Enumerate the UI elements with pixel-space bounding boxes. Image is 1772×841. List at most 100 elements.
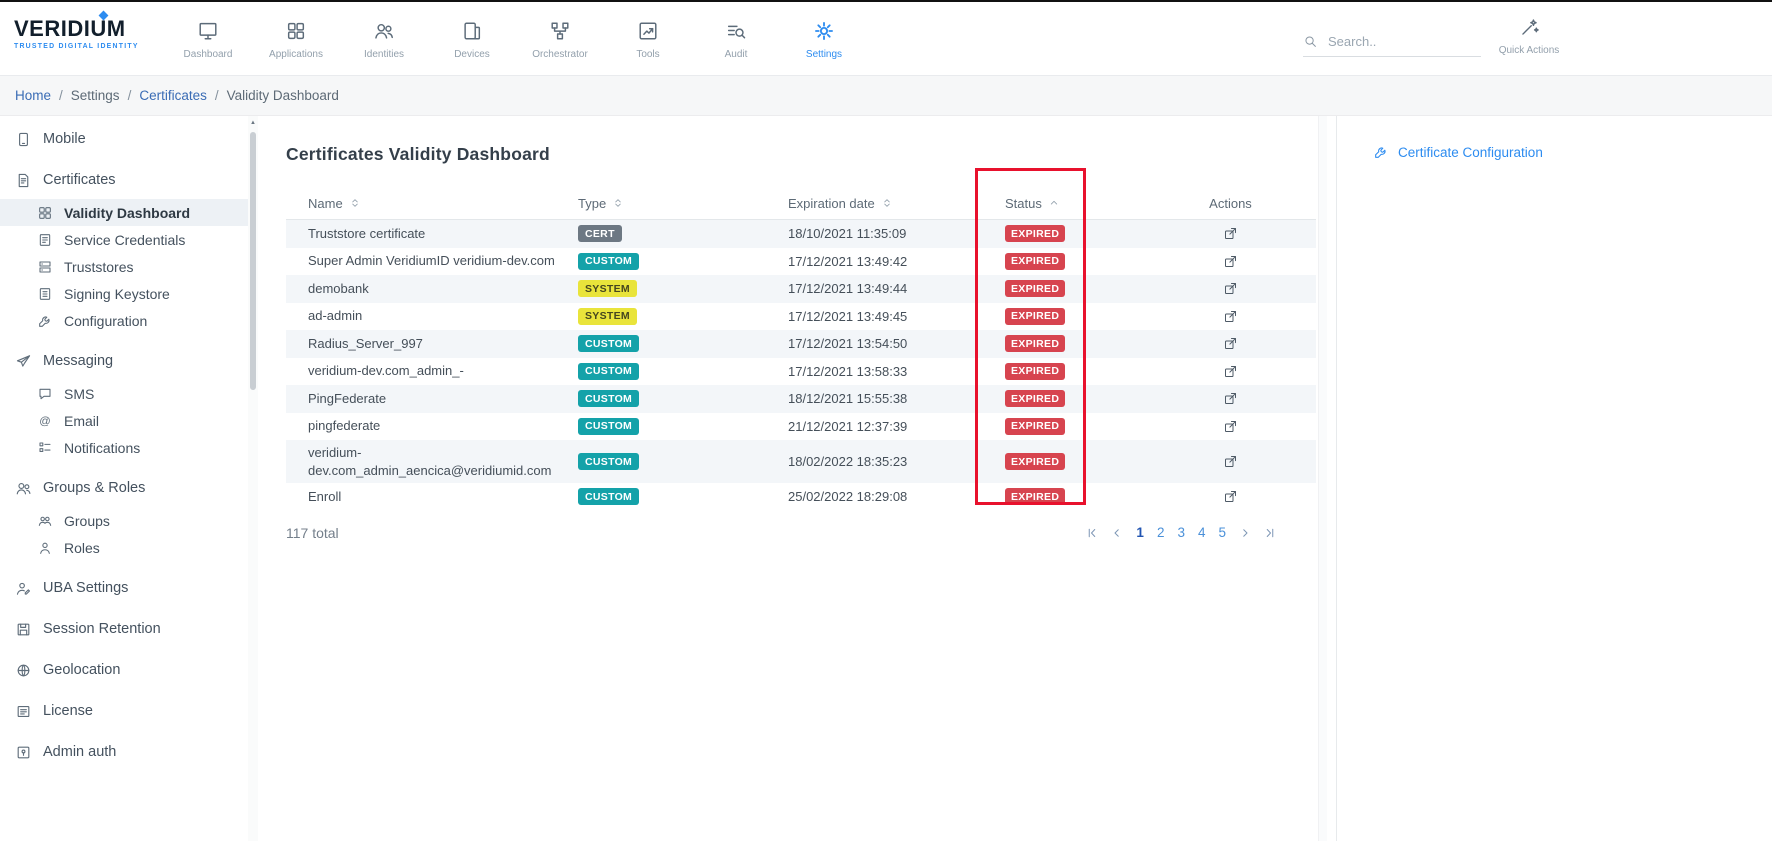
nav-item-orchestrator[interactable]: Orchestrator	[516, 4, 604, 76]
sidebar-item-license[interactable]: License	[0, 697, 248, 725]
sidebar-item-label: Messaging	[43, 353, 113, 369]
nav-item-settings[interactable]: Settings	[780, 4, 868, 76]
breadcrumb-certificates[interactable]: Certificates	[139, 88, 207, 103]
column-header-type[interactable]: Type	[578, 196, 788, 211]
sidebar-item-session-retention[interactable]: Session Retention	[0, 615, 248, 643]
search-input[interactable]	[1328, 34, 1468, 49]
row-actions	[1145, 309, 1316, 324]
sidebar-scrollbar[interactable]: ▲	[248, 116, 258, 841]
column-header-name[interactable]: Name	[286, 196, 578, 211]
page-button-5[interactable]: 5	[1218, 525, 1226, 540]
sidebar-item-sms[interactable]: SMS	[0, 380, 248, 407]
sidebar-item-label: Groups & Roles	[43, 480, 145, 496]
row-actions	[1145, 336, 1316, 351]
breadcrumb-home[interactable]: Home	[15, 88, 51, 103]
type-badge: CUSTOM	[578, 418, 639, 435]
nav-item-devices[interactable]: Devices	[428, 4, 516, 76]
sidebar-item-geolocation[interactable]: Geolocation	[0, 656, 248, 684]
sidebar-item-service-credentials[interactable]: Service Credentials	[0, 226, 248, 253]
open-certificate-icon[interactable]	[1223, 489, 1238, 504]
sidebar-item-label: Signing Keystore	[64, 286, 170, 302]
page-button-3[interactable]: 3	[1177, 525, 1185, 540]
sidebar-item-configuration[interactable]: Configuration	[0, 307, 248, 334]
auth-icon	[15, 744, 32, 761]
veridium-logo[interactable]: VERIDIUM TRUSTED DIGITAL IDENTITY	[14, 16, 139, 50]
open-certificate-icon[interactable]	[1223, 364, 1238, 379]
credentials-icon	[37, 232, 53, 248]
sidebar-item-label: Roles	[64, 540, 100, 556]
status-badge: EXPIRED	[1005, 363, 1065, 380]
sidebar-item-validity-dashboard[interactable]: Validity Dashboard	[0, 199, 248, 226]
page-button-4[interactable]: 4	[1198, 525, 1206, 540]
main-content: Certificates Validity Dashboard NameType…	[262, 116, 1318, 841]
sidebar-item-truststores[interactable]: Truststores	[0, 253, 248, 280]
wrench-icon	[37, 313, 53, 329]
sidebar-item-notifications[interactable]: Notifications	[0, 434, 248, 461]
sidebar-item-label: SMS	[64, 386, 94, 402]
nav-item-applications[interactable]: Applications	[252, 4, 340, 76]
certificate-status: EXPIRED	[1005, 335, 1145, 352]
quick-actions-label: Quick Actions	[1499, 45, 1560, 56]
sidebar-item-roles[interactable]: Roles	[0, 534, 248, 561]
sidebar-item-admin-auth[interactable]: Admin auth	[0, 738, 248, 766]
open-certificate-icon[interactable]	[1223, 254, 1238, 269]
sidebar-item-signing-keystore[interactable]: Signing Keystore	[0, 280, 248, 307]
license-icon	[15, 703, 32, 720]
at-icon: @	[37, 413, 53, 429]
next-page-icon[interactable]	[1239, 527, 1251, 539]
type-badge: SYSTEM	[578, 308, 637, 325]
scroll-up-arrow-icon[interactable]: ▲	[248, 120, 258, 126]
wrench-icon	[1373, 144, 1389, 160]
sidebar-item-mobile[interactable]: Mobile	[0, 125, 248, 153]
sidebar-item-groups[interactable]: Groups	[0, 507, 248, 534]
open-certificate-icon[interactable]	[1223, 281, 1238, 296]
open-certificate-icon[interactable]	[1223, 226, 1238, 241]
page-button-2[interactable]: 2	[1157, 525, 1165, 540]
first-page-icon[interactable]	[1086, 527, 1098, 539]
last-page-icon[interactable]	[1264, 527, 1276, 539]
sidebar-scrollbar-thumb[interactable]	[250, 132, 256, 390]
page-button-1[interactable]: 1	[1136, 525, 1144, 540]
sidebar-item-email[interactable]: @Email	[0, 407, 248, 434]
sidebar-item-uba-settings[interactable]: UBA Settings	[0, 574, 248, 602]
column-header-status[interactable]: Status	[1005, 196, 1145, 211]
nav-item-dashboard[interactable]: Dashboard	[164, 4, 252, 76]
certificate-name: veridium-dev.com_admin_aencica@veridiumi…	[286, 440, 578, 483]
people-icon	[15, 480, 32, 497]
certificate-name: veridium-dev.com_admin_-	[286, 358, 578, 384]
nav-item-tools[interactable]: Tools	[604, 4, 692, 76]
certificate-type: CERT	[578, 225, 788, 242]
nav-item-identities[interactable]: Identities	[340, 4, 428, 76]
certificate-type: CUSTOM	[578, 363, 788, 380]
search-icon[interactable]	[1303, 34, 1318, 49]
pagination: 12345	[1086, 525, 1316, 540]
chat-icon	[37, 386, 53, 402]
previous-page-icon[interactable]	[1111, 527, 1123, 539]
open-certificate-icon[interactable]	[1223, 454, 1238, 469]
table-row: veridium-dev.com_admin_aencica@veridiumi…	[286, 440, 1316, 483]
status-badge: EXPIRED	[1005, 488, 1065, 505]
certificate-type: CUSTOM	[578, 253, 788, 270]
certificate-configuration-link[interactable]: Certificate Configuration	[1373, 144, 1543, 160]
row-actions	[1145, 364, 1316, 379]
table-row: Truststore certificateCERT18/10/2021 11:…	[286, 220, 1316, 248]
sidebar-item-label: Mobile	[43, 131, 86, 147]
sidebar-item-messaging[interactable]: Messaging	[0, 347, 248, 375]
content-scrollbar[interactable]	[1318, 116, 1327, 841]
certificate-type: CUSTOM	[578, 335, 788, 352]
column-header-expiration-date[interactable]: Expiration date	[788, 196, 1005, 211]
quick-actions-button[interactable]: Quick Actions	[1494, 17, 1564, 56]
gear-icon	[813, 20, 835, 42]
certificate-type: CUSTOM	[578, 453, 788, 470]
certificate-status: EXPIRED	[1005, 418, 1145, 435]
role-icon	[37, 540, 53, 556]
open-certificate-icon[interactable]	[1223, 391, 1238, 406]
open-certificate-icon[interactable]	[1223, 309, 1238, 324]
open-certificate-icon[interactable]	[1223, 336, 1238, 351]
open-certificate-icon[interactable]	[1223, 419, 1238, 434]
nav-item-label: Settings	[806, 49, 842, 60]
sidebar-item-certificates[interactable]: Certificates	[0, 166, 248, 194]
sidebar-item-groups-roles[interactable]: Groups & Roles	[0, 474, 248, 502]
certificate-name: pingfederate	[286, 413, 578, 439]
nav-item-audit[interactable]: Audit	[692, 4, 780, 76]
